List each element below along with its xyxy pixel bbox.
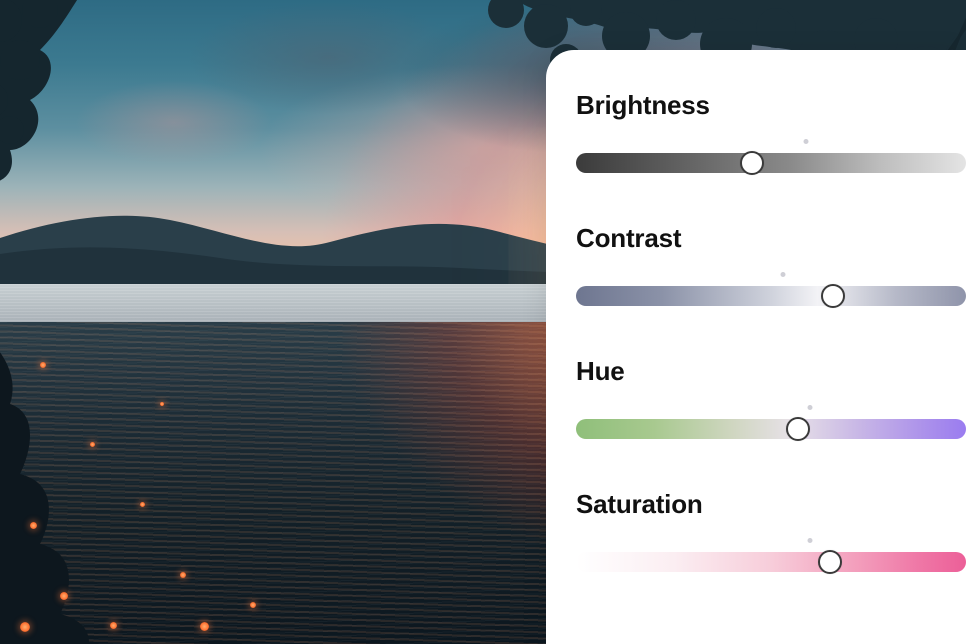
label-brightness: Brightness — [576, 90, 966, 121]
app-stage: Brightness Contrast Hue — [0, 0, 966, 644]
label-contrast: Contrast — [576, 223, 966, 254]
track-brightness[interactable] — [576, 153, 966, 173]
default-tick-saturation — [808, 538, 813, 543]
foliage-top-left — [0, 0, 170, 240]
control-brightness: Brightness — [576, 90, 966, 177]
thumb-saturation[interactable] — [818, 550, 842, 574]
track-saturation[interactable] — [576, 552, 966, 572]
track-hue[interactable] — [576, 419, 966, 439]
control-saturation: Saturation — [576, 489, 966, 576]
default-tick-brightness — [804, 139, 809, 144]
slider-contrast[interactable] — [576, 286, 966, 310]
label-hue: Hue — [576, 356, 966, 387]
control-hue: Hue — [576, 356, 966, 443]
track-contrast[interactable] — [576, 286, 966, 306]
thumb-contrast[interactable] — [821, 284, 845, 308]
slider-saturation[interactable] — [576, 552, 966, 576]
label-saturation: Saturation — [576, 489, 966, 520]
default-tick-contrast — [780, 272, 785, 277]
thumb-hue[interactable] — [786, 417, 810, 441]
control-contrast: Contrast — [576, 223, 966, 310]
slider-brightness[interactable] — [576, 153, 966, 177]
default-tick-hue — [808, 405, 813, 410]
thumb-brightness[interactable] — [740, 151, 764, 175]
slider-hue[interactable] — [576, 419, 966, 443]
adjustments-panel: Brightness Contrast Hue — [546, 50, 966, 644]
